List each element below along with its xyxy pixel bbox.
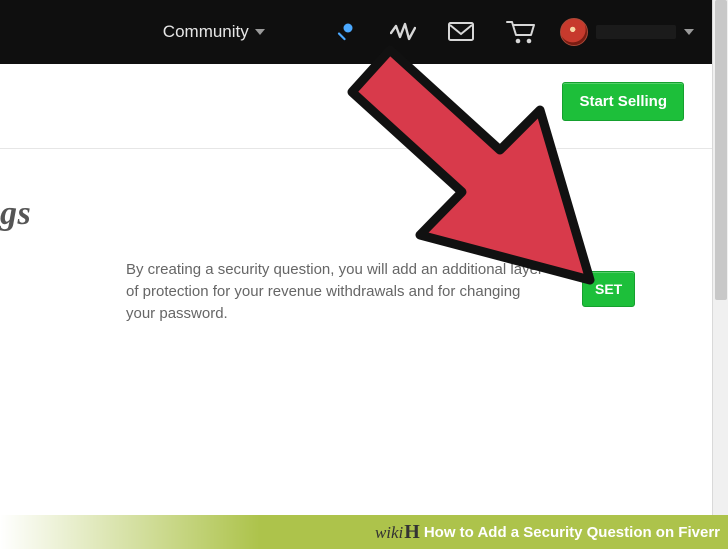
set-button[interactable]: SET (582, 271, 635, 307)
activity-icon (390, 20, 416, 44)
start-selling-button[interactable]: Start Selling (562, 82, 684, 121)
nav-analytics[interactable] (374, 0, 432, 64)
nav-notifications[interactable] (316, 0, 374, 64)
avatar (560, 18, 588, 46)
divider (0, 148, 712, 149)
wikihow-logo: wikiH (375, 521, 420, 544)
chevron-down-icon (684, 29, 694, 35)
wikihow-caption-bar: wikiH How to Add a Security Question on … (0, 515, 728, 549)
top-navigation-bar: Community (0, 0, 712, 64)
cart-icon (506, 19, 536, 45)
nav-messages[interactable] (432, 0, 490, 64)
chevron-down-icon (255, 29, 265, 35)
username-redacted (596, 25, 676, 39)
user-menu[interactable] (552, 18, 712, 46)
nav-cart[interactable] (490, 0, 552, 64)
check-pin-icon (332, 20, 358, 44)
vertical-scrollbar[interactable] (712, 0, 728, 549)
nav-item-community[interactable]: Community (147, 0, 281, 64)
mail-icon (448, 22, 474, 42)
article-title: How to Add a Security Question on Fiverr (424, 524, 720, 541)
page-heading-fragment: gs (0, 195, 31, 233)
security-question-description: By creating a security question, you wil… (126, 259, 546, 324)
scrollbar-thumb[interactable] (715, 0, 727, 300)
nav-label-community: Community (163, 22, 249, 42)
